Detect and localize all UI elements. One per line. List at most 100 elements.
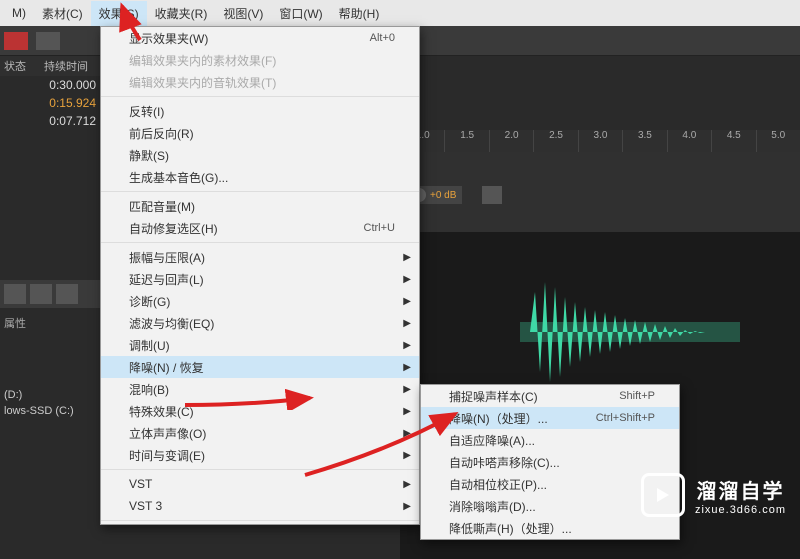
menu-item-label: 静默(S) [129,147,395,164]
clip-row[interactable]: 0:07.712 [0,112,100,130]
menu-item[interactable]: 调制(U) ▶ [101,334,419,356]
tick: 3.0 [578,130,622,152]
menu-item[interactable]: 振幅与压限(A) ▶ [101,246,419,268]
menu-item-label: 特殊效果(C) [129,403,395,420]
menu-item[interactable]: 窗口(W) [271,1,330,26]
menu-item[interactable]: 延迟与回声(L) ▶ [101,268,419,290]
menu-item-label: 降噪(N) / 恢复 [129,359,395,376]
menu-item-label: 时间与变调(E) [129,447,395,464]
menu-shortcut: Alt+0 [370,32,395,44]
menu-item[interactable]: 时间与变调(E) ▶ [101,444,419,466]
tick: 4.0 [667,130,711,152]
menu-item[interactable]: M) [4,2,34,24]
drive-panel: (D:) lows-SSD (C:) [0,385,100,425]
tick: 4.5 [711,130,755,152]
menu-item-label: 混响(B) [129,381,395,398]
menu-item-effects[interactable]: 效果(S) [91,1,147,26]
menu-item[interactable]: 自动修复选区(H)Ctrl+U [101,217,419,239]
drive-item[interactable]: lows-SSD (C:) [4,405,96,417]
stop-button[interactable] [4,284,26,304]
menu-item[interactable]: 显示效果夹(W)Alt+0 [101,27,419,49]
menu-item[interactable]: 诊断(G) ▶ [101,290,419,312]
submenu-item-label: 自动咔嗒声移除(C)... [449,454,655,471]
menu-item[interactable]: 立体声声像(O) ▶ [101,422,419,444]
menu-item-label: 编辑效果夹内的音轨效果(T) [129,74,395,91]
menu-item-label: 诊断(G) [129,293,395,310]
menu-item[interactable]: 素材(C) [34,1,91,26]
clip-row[interactable]: 0:15.924 [0,94,100,112]
menubar: M) 素材(C) 效果(S) 收藏夹(R) 视图(V) 窗口(W) 帮助(H) [0,0,800,26]
watermark-title: 溜溜自学 [696,481,784,503]
menu-item[interactable]: 视图(V) [215,1,271,26]
menu-item[interactable]: VST ▶ [101,473,419,495]
menu-item-label: 振幅与压限(A) [129,249,395,266]
menu-item-label: 显示效果夹(W) [129,30,370,47]
menu-item[interactable]: 匹配音量(M) [101,195,419,217]
menu-item[interactable]: VST 3▶ [101,495,419,517]
submenu-item-label: 捕捉噪声样本(C) [449,388,619,405]
submenu-arrow-icon: ▶ [403,252,411,263]
col-state: 状态 [4,58,44,74]
menu-item[interactable]: 前后反向(R) [101,122,419,144]
menu-item[interactable]: 帮助(H) [331,1,388,26]
submenu-item-label: 消除嗡嗡声(D)... [449,498,655,515]
menu-item-label: 编辑效果夹内的素材效果(F) [129,52,395,69]
menu-item[interactable]: 静默(S) [101,144,419,166]
submenu-arrow-icon: ▶ [403,450,411,461]
record-button[interactable] [56,284,78,304]
submenu-arrow-icon: ▶ [403,296,411,307]
watermark-play-icon [641,473,685,517]
menu-item-label: 前后反向(R) [129,125,395,142]
submenu-item[interactable]: 降噪(N)（处理）...Ctrl+Shift+P [421,407,679,429]
gain-value: +0 dB [430,190,456,201]
gain-pin-button[interactable] [482,186,502,204]
effects-menu: 显示效果夹(W)Alt+0 编辑效果夹内的素材效果(F) 编辑效果夹内的音轨效果(T… [100,26,420,525]
menu-item-label: 自动修复选区(H) [129,220,364,237]
left-header: 状态 持续时间 [0,56,100,76]
submenu-shortcut: Ctrl+Shift+P [596,412,655,424]
submenu-item-label: 自适应降噪(A)... [449,432,655,449]
toolbar-icon[interactable] [4,32,28,50]
submenu-arrow-icon: ▶ [403,479,411,490]
menu-item: 编辑效果夹内的素材效果(F) [101,49,419,71]
menu-item[interactable]: 混响(B)▶ [101,378,419,400]
properties-label: 属性 [4,315,26,331]
submenu-item[interactable]: 捕捉噪声样本(C)Shift+P [421,385,679,407]
clip-row[interactable]: 0:30.000 [0,76,100,94]
menu-item-label: 匹配音量(M) [129,198,395,215]
submenu-arrow-icon: ▶ [403,428,411,439]
tick: 2.0 [489,130,533,152]
menu-item[interactable]: 特殊效果(C)▶ [101,400,419,422]
submenu-arrow-icon: ▶ [403,362,411,373]
menu-item-label: VST [129,477,395,491]
tick: 2.5 [533,130,577,152]
submenu-arrow-icon: ▶ [403,340,411,351]
watermark: 溜溜自学 zixue.3d66.com [641,473,786,517]
submenu-item[interactable]: 自适应降噪(A)... [421,429,679,451]
submenu-item[interactable]: 降低嘶声(H)（处理）... [421,517,679,539]
menu-item-label: 延迟与回声(L) [129,271,395,288]
left-panel: 状态 持续时间 0:30.000 0:15.924 0:07.712 [0,56,100,130]
drive-item[interactable]: (D:) [4,389,96,401]
submenu-item-label: 降噪(N)（处理）... [449,410,596,427]
menu-item[interactable]: 生成基本音色(G)... [101,166,419,188]
col-duration: 持续时间 [44,58,88,74]
menu-item-label: 调制(U) [129,337,395,354]
submenu-item[interactable]: 自动咔嗒声移除(C)... [421,451,679,473]
toolbar-icon[interactable] [36,32,60,50]
tick: 5.0 [756,130,800,152]
tick: 3.5 [622,130,666,152]
play-button[interactable] [30,284,52,304]
submenu-item-label: 降低嘶声(H)（处理）... [449,520,655,537]
menu-item: 编辑效果夹内的音轨效果(T) [101,71,419,93]
timeline-ruler[interactable]: 1.0 1.5 2.0 2.5 3.0 3.5 4.0 4.5 5.0 [400,130,800,152]
menu-item[interactable]: 收藏夹(R) [147,1,216,26]
submenu-arrow-icon: ▶ [403,274,411,285]
tick: 1.5 [444,130,488,152]
menu-item[interactable]: 滤波与均衡(EQ)▶ [101,312,419,334]
menu-item-label: 滤波与均衡(EQ) [129,315,395,332]
submenu-arrow-icon: ▶ [403,501,411,512]
menu-item-label: 立体声声像(O) [129,425,395,442]
menu-item[interactable]: 降噪(N) / 恢复 ▶ [101,356,419,378]
menu-item[interactable]: 反转(I) [101,100,419,122]
